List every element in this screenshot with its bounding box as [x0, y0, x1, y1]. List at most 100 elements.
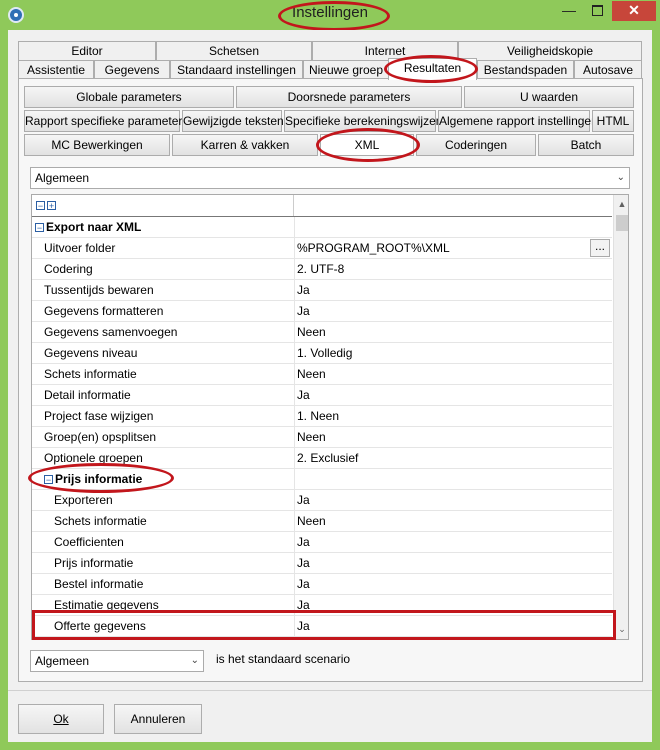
property-value[interactable]: Ja: [294, 385, 612, 406]
grid-scrollbar[interactable]: ▲ ⌄: [613, 195, 628, 639]
collapse-icon[interactable]: −: [44, 475, 53, 485]
mc-bewerkingen-button[interactable]: MC Bewerkingen: [24, 134, 170, 156]
grid-property-row[interactable]: Groep(en) opsplitsen Neen: [32, 427, 612, 448]
grid-property-row[interactable]: Uitvoer folder %PROGRAM_ROOT%\XML...: [32, 238, 612, 259]
default-scenario-select[interactable]: Algemeen ⌄: [30, 650, 204, 672]
property-name: Gegevens formatteren: [44, 304, 164, 318]
property-value[interactable]: Ja: [294, 532, 612, 553]
expand-all-icon[interactable]: +: [47, 201, 56, 211]
collapse-all-icon[interactable]: −: [36, 201, 45, 211]
grid-category-row[interactable]: − Export naar XML: [32, 217, 612, 238]
property-name: Project fase wijzigen: [44, 409, 154, 423]
category-value-cell: [294, 217, 612, 238]
property-value[interactable]: 2. Exclusief: [294, 448, 612, 469]
html-button[interactable]: HTML: [592, 110, 634, 132]
tab-schetsen[interactable]: Schetsen: [156, 41, 312, 61]
property-name: Codering: [44, 262, 93, 276]
grid-property-row[interactable]: Coefficienten Ja: [32, 532, 612, 553]
tab-autosave[interactable]: Autosave: [574, 60, 642, 80]
property-name: Export naar XML: [46, 220, 142, 234]
property-name: Gegevens niveau: [44, 346, 138, 360]
tab-standaard-instellingen[interactable]: Standaard instellingen: [170, 60, 303, 80]
property-value[interactable]: Ja: [294, 490, 612, 511]
grid-property-row[interactable]: Gegevens samenvoegen Neen: [32, 322, 612, 343]
property-value[interactable]: Ja: [294, 574, 612, 595]
property-value[interactable]: Ja: [294, 616, 612, 637]
property-name: Prijs informatie: [55, 472, 143, 486]
property-value[interactable]: 2. UTF-8: [294, 259, 612, 280]
grid-property-row[interactable]: Estimatie gegevens Ja: [32, 595, 612, 616]
tab-nieuwe-groep[interactable]: Nieuwe groep: [303, 60, 389, 80]
ok-button[interactable]: Ok: [18, 704, 104, 734]
grid-property-row[interactable]: Schets informatie Neen: [32, 364, 612, 385]
property-name: Schets informatie: [44, 367, 137, 381]
close-button[interactable]: ✕: [612, 1, 656, 21]
property-value[interactable]: Ja: [294, 280, 612, 301]
tab-resultaten[interactable]: Resultaten: [388, 58, 477, 80]
grid-property-row[interactable]: Gegevens niveau 1. Volledig: [32, 343, 612, 364]
specifieke-berekeningswijzen-button[interactable]: Specifieke berekeningswijzen: [284, 110, 442, 132]
property-value[interactable]: Neen: [294, 427, 612, 448]
property-grid[interactable]: − + − Export naar XML Uitvoer folder %PROGR…: [31, 194, 629, 640]
algemene-rapport-instellingen-button[interactable]: Algemene rapport instellingen: [438, 110, 598, 132]
xml-button[interactable]: XML: [320, 134, 414, 156]
u-waarden-button[interactable]: U waarden: [464, 86, 634, 108]
grid-property-row[interactable]: Project fase wijzigen 1. Neen: [32, 406, 612, 427]
doorsnede-parameters-button[interactable]: Doorsnede parameters: [236, 86, 462, 108]
grid-property-row[interactable]: Prijs informatie Ja: [32, 553, 612, 574]
property-name: Bestel informatie: [54, 577, 144, 591]
coderingen-button[interactable]: Coderingen: [416, 134, 536, 156]
tab-bestandspaden[interactable]: Bestandspaden: [477, 60, 574, 80]
property-name: Gegevens samenvoegen: [44, 325, 178, 339]
globale-parameters-button[interactable]: Globale parameters: [24, 86, 234, 108]
grid-property-row[interactable]: Offerte gegevens Ja: [32, 616, 612, 637]
property-name: Uitvoer folder: [44, 241, 116, 255]
default-scenario-value: Algemeen: [35, 654, 90, 668]
grid-category-row[interactable]: − Prijs informatie: [32, 469, 612, 490]
maximize-button[interactable]: [584, 1, 610, 21]
cancel-button[interactable]: Annuleren: [114, 704, 202, 734]
property-name: Optionele groepen: [44, 451, 143, 465]
tab-assistentie[interactable]: Assistentie: [18, 60, 94, 80]
gewijzigde-teksten-button[interactable]: Gewijzigde teksten: [182, 110, 284, 132]
property-value[interactable]: Neen: [294, 322, 612, 343]
property-name: Detail informatie: [44, 388, 131, 402]
property-value[interactable]: Neen: [294, 364, 612, 385]
grid-property-row[interactable]: Bestel informatie Ja: [32, 574, 612, 595]
rapport-specifieke-parameters-button[interactable]: Rapport specifieke parameters: [24, 110, 188, 132]
property-name: Tussentijds bewaren: [44, 283, 154, 297]
tab-gegevens[interactable]: Gegevens: [94, 60, 170, 80]
browse-folder-button[interactable]: ...: [590, 239, 610, 257]
scroll-down-icon[interactable]: ⌄: [614, 624, 628, 635]
property-value[interactable]: 1. Volledig: [294, 343, 612, 364]
grid-property-row[interactable]: Gegevens formatteren Ja: [32, 301, 612, 322]
batch-button[interactable]: Batch: [538, 134, 634, 156]
chevron-down-icon: ⌄: [616, 172, 625, 183]
karren-vakken-button[interactable]: Karren & vakken: [172, 134, 318, 156]
grid-property-row[interactable]: Tussentijds bewaren Ja: [32, 280, 612, 301]
property-name: Schets informatie: [54, 514, 147, 528]
grid-property-row[interactable]: Exporteren Ja: [32, 490, 612, 511]
property-value[interactable]: %PROGRAM_ROOT%\XML: [294, 238, 612, 259]
title-bar[interactable]: Instellingen — ✕: [0, 0, 660, 31]
property-value[interactable]: 1. Neen: [294, 406, 612, 427]
tab-editor[interactable]: Editor: [18, 41, 156, 61]
grid-header: − +: [32, 195, 612, 217]
property-name: Offerte gegevens: [54, 619, 146, 633]
grid-property-row[interactable]: Codering 2. UTF-8: [32, 259, 612, 280]
scenario-select[interactable]: Algemeen ⌄: [30, 167, 630, 189]
tab-veiligheidskopie[interactable]: Veiligheidskopie: [458, 41, 642, 61]
grid-property-row[interactable]: Schets informatie Neen: [32, 511, 612, 532]
collapse-icon[interactable]: −: [35, 223, 44, 233]
scroll-thumb[interactable]: [616, 215, 628, 231]
grid-property-row[interactable]: Optionele groepen 2. Exclusief: [32, 448, 612, 469]
minimize-button[interactable]: —: [556, 1, 582, 21]
property-value[interactable]: Ja: [294, 301, 612, 322]
property-value[interactable]: Ja: [294, 553, 612, 574]
property-name: Groep(en) opsplitsen: [44, 430, 157, 444]
grid-property-row[interactable]: Detail informatie Ja: [32, 385, 612, 406]
scroll-up-icon[interactable]: ▲: [614, 199, 628, 209]
property-name: Coefficienten: [54, 535, 124, 549]
property-value[interactable]: Ja: [294, 595, 612, 616]
property-value[interactable]: Neen: [294, 511, 612, 532]
